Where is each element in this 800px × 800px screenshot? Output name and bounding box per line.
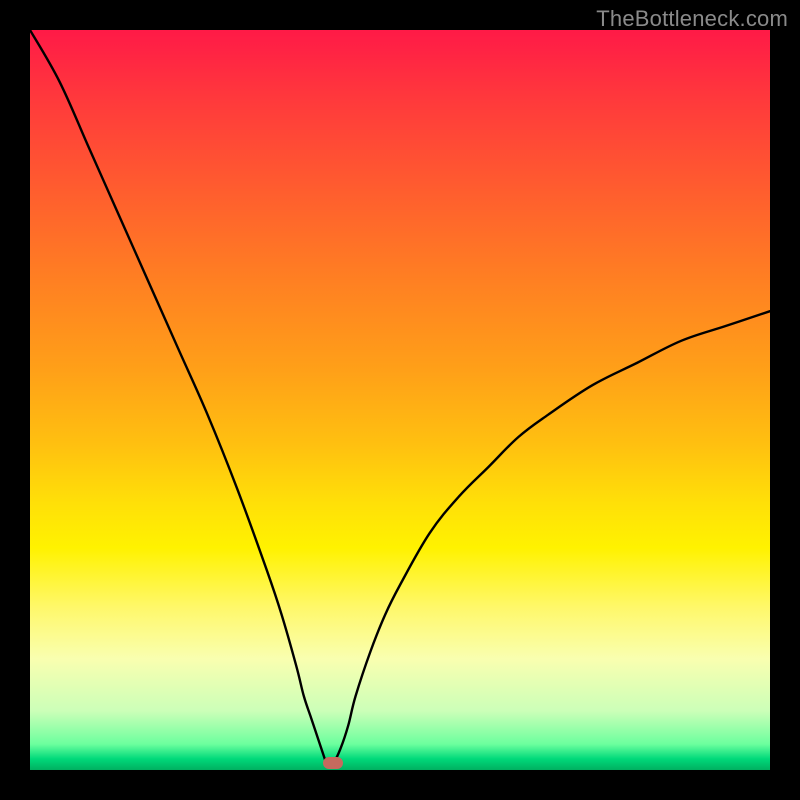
curve-svg	[30, 30, 770, 770]
minimum-marker	[323, 757, 343, 769]
watermark-text: TheBottleneck.com	[596, 6, 788, 32]
curve-left-branch	[30, 30, 326, 763]
chart-frame: TheBottleneck.com	[0, 0, 800, 800]
plot-area	[30, 30, 770, 770]
curve-right-branch	[326, 311, 770, 764]
